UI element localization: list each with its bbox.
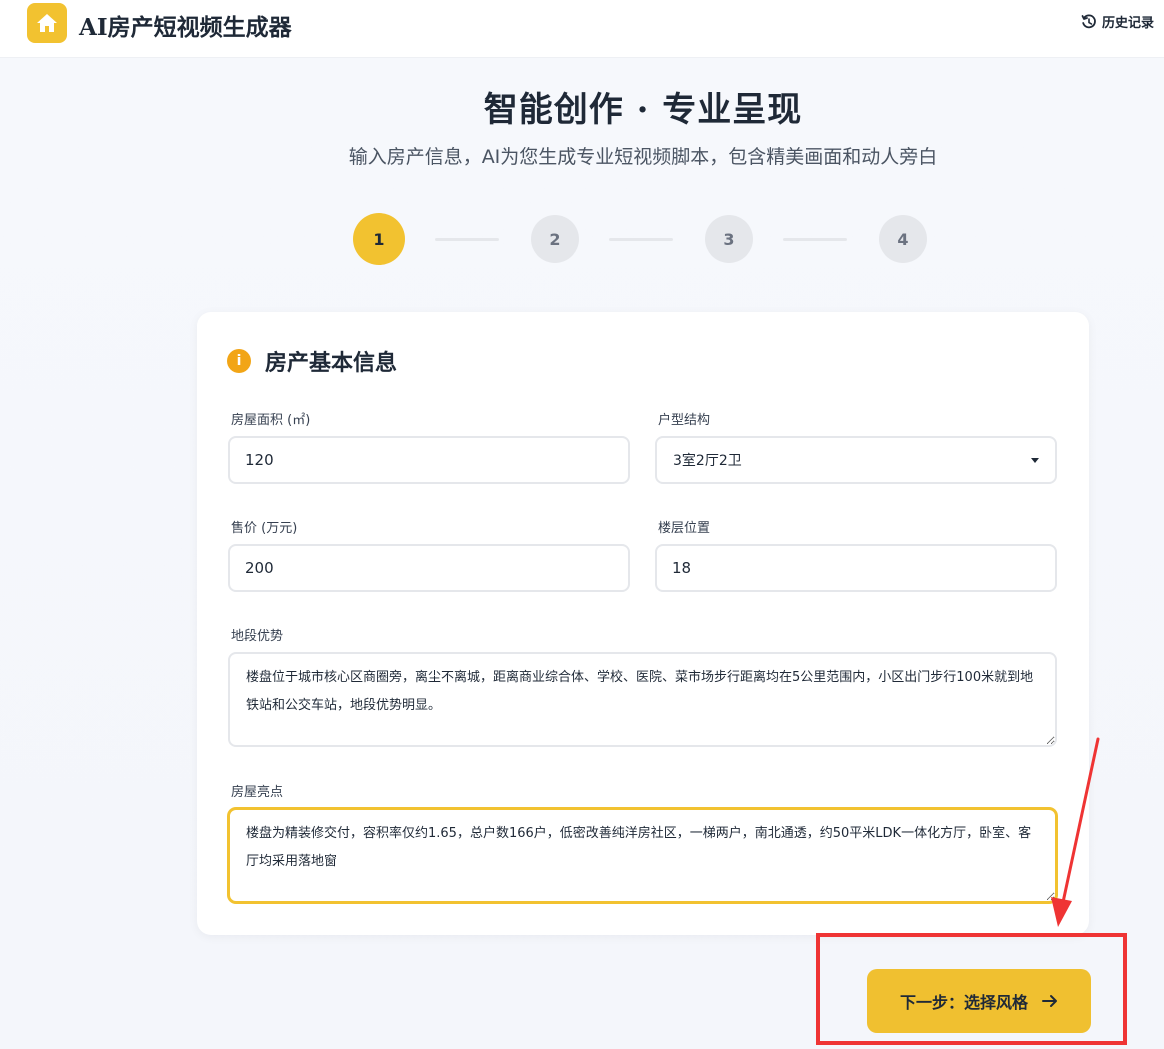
- stepper: 1 2 3 4: [353, 213, 927, 265]
- highlights-textarea[interactable]: 楼盘为精装修交付，容积率仅约1.65，总户数166户，低密改善纯洋房社区，一梯两…: [228, 808, 1057, 903]
- step-connector: [783, 237, 847, 241]
- page-title: 智能创作 · 专业呈现: [483, 90, 803, 130]
- layout-label: 户型结构: [658, 413, 711, 428]
- layout-value: 3室2厅2卫: [673, 453, 742, 469]
- chevron-down-icon: [1031, 457, 1039, 463]
- history-icon: [1081, 13, 1096, 28]
- history-button[interactable]: 历史记录: [1081, 12, 1154, 31]
- floor-input[interactable]: [655, 544, 1057, 592]
- property-info-card: i 房产基本信息 房屋面积 (㎡) 户型结构 3室2厅2卫 售价 (万元) 楼层…: [197, 312, 1089, 935]
- area-input[interactable]: [228, 436, 630, 484]
- card-header: i 房产基本信息: [227, 345, 397, 377]
- highlights-label: 房屋亮点: [231, 785, 284, 800]
- annotation-arrow-icon: [1051, 737, 1100, 927]
- layout-select[interactable]: 3室2厅2卫: [655, 436, 1057, 484]
- step-connector: [609, 237, 673, 241]
- app-title: AI房产短视频生成器: [79, 14, 292, 41]
- price-input[interactable]: [228, 544, 630, 592]
- info-icon: i: [227, 349, 251, 373]
- step-2[interactable]: 2: [531, 215, 579, 263]
- price-label: 售价 (万元): [231, 521, 298, 536]
- home-icon: [37, 14, 57, 32]
- step-connector: [435, 237, 499, 241]
- home-logo-button[interactable]: [27, 3, 67, 43]
- page-subtitle: 输入房产信息，AI为您生成专业短视频脚本，包含精美画面和动人旁白: [348, 146, 938, 168]
- app-header: AI房产短视频生成器 历史记录: [0, 0, 1164, 58]
- location-textarea[interactable]: 楼盘位于城市核心区商圈旁，离尘不离城，距离商业综合体、学校、医院、菜市场步行距离…: [228, 652, 1057, 747]
- arrow-right-icon: [1042, 995, 1057, 1007]
- step-1[interactable]: 1: [353, 213, 405, 265]
- next-step-button[interactable]: 下一步：选择风格: [867, 969, 1091, 1033]
- location-label: 地段优势: [231, 629, 284, 644]
- step-3[interactable]: 3: [705, 215, 753, 263]
- step-4[interactable]: 4: [879, 215, 927, 263]
- next-step-label: 下一步：选择风格: [899, 993, 1028, 1012]
- section-title: 房产基本信息: [265, 350, 398, 376]
- history-label: 历史记录: [1101, 16, 1154, 31]
- area-label: 房屋面积 (㎡): [231, 413, 311, 428]
- floor-label: 楼层位置: [658, 521, 711, 536]
